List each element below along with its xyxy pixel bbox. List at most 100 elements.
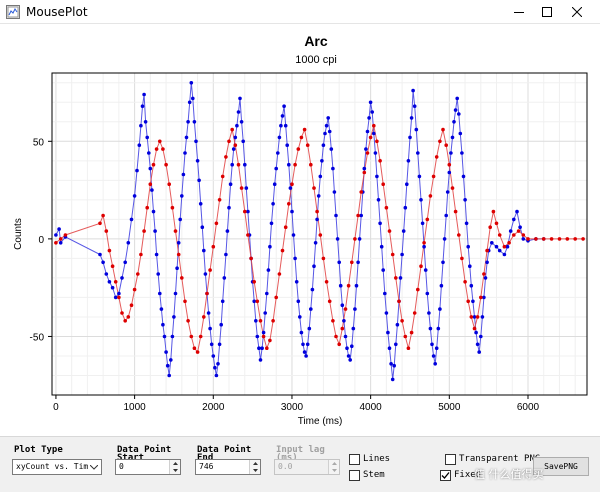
blue-data-point <box>379 244 384 249</box>
blue-data-point <box>241 139 245 144</box>
blue-data-point <box>206 311 211 315</box>
close-button[interactable] <box>562 0 592 24</box>
blue-data-point <box>172 315 176 319</box>
minimize-button[interactable] <box>504 0 534 24</box>
blue-data-point <box>320 159 324 163</box>
chart[interactable]: Arc 1000 cpi -50050 0 1000 2000 3000 4000 500… <box>0 24 600 436</box>
red-data-point <box>434 155 439 159</box>
blue-data-point <box>213 365 217 370</box>
blue-data-point <box>427 311 431 315</box>
red-data-point <box>246 233 250 237</box>
red-data-point <box>224 155 228 159</box>
red-data-point <box>268 338 272 343</box>
spin-down-icon[interactable] <box>170 467 180 474</box>
plot-type-select[interactable]: xyCount vs. Time <box>12 459 102 475</box>
blue-data-point <box>252 299 256 304</box>
red-data-point <box>457 233 461 237</box>
blue-data-point <box>370 110 375 114</box>
red-data-point <box>195 350 200 354</box>
blue-data-point <box>238 96 242 101</box>
blue-data-point <box>497 248 502 253</box>
blue-data-point <box>228 182 233 186</box>
red-data-point <box>101 213 105 218</box>
red-data-point <box>192 346 197 351</box>
end-point-spinner[interactable]: 746 <box>195 459 261 475</box>
blue-data-point <box>159 307 164 311</box>
blue-data-point <box>246 209 250 214</box>
red-data-point <box>220 174 225 179</box>
red-data-point <box>110 264 115 268</box>
blue-data-point <box>287 162 291 167</box>
end-spin-buttons[interactable] <box>249 460 260 474</box>
blue-data-point <box>233 135 238 140</box>
blue-data-point <box>329 147 334 151</box>
red-data-point <box>565 237 570 241</box>
blue-data-point <box>224 252 228 257</box>
blue-data-point <box>423 268 428 272</box>
blue-data-point <box>200 225 205 229</box>
red-data-point <box>419 264 423 268</box>
start-point-spinner[interactable]: 0 <box>115 459 181 475</box>
blue-data-point <box>58 241 63 245</box>
blue-data-point <box>231 147 236 151</box>
blue-data-point <box>126 241 131 245</box>
blue-data-point <box>180 194 184 198</box>
transparent-png-checkbox[interactable] <box>445 454 456 465</box>
maximize-button[interactable] <box>532 0 562 24</box>
start-spin-buttons[interactable] <box>169 460 180 474</box>
red-data-point <box>227 139 231 144</box>
blue-data-point <box>151 209 156 214</box>
blue-data-point <box>175 266 179 270</box>
stem-checkbox[interactable] <box>349 470 360 481</box>
blue-data-point <box>176 241 181 245</box>
blue-data-point <box>164 350 168 354</box>
blue-data-point <box>244 186 249 190</box>
blue-data-point <box>475 342 480 347</box>
blue-data-point <box>309 307 313 311</box>
stem-label: Stem <box>363 470 385 480</box>
blue-data-point <box>463 198 467 202</box>
spin-down-icon[interactable] <box>250 467 260 474</box>
blue-data-point <box>386 330 390 335</box>
blue-data-point <box>350 344 354 349</box>
red-data-point <box>403 334 408 339</box>
red-data-point <box>274 295 279 300</box>
lines-checkbox[interactable] <box>349 454 360 465</box>
blue-data-point <box>403 205 408 210</box>
blue-data-point <box>461 174 466 179</box>
blue-data-point <box>419 198 423 202</box>
blue-data-point <box>209 342 214 347</box>
blue-data-point <box>416 151 420 155</box>
blue-data-point <box>458 131 463 136</box>
red-data-point <box>516 229 521 233</box>
blue-data-point <box>197 178 201 183</box>
plot-area[interactable]: Arc 1000 cpi -50 0 50 0 1000 2000 3000 4000 500… <box>0 24 600 436</box>
spin-up-icon[interactable] <box>250 460 260 467</box>
red-data-point <box>136 272 140 276</box>
red-data-point <box>390 252 395 257</box>
red-data-point <box>497 233 502 237</box>
blue-data-point <box>477 350 482 354</box>
blue-data-point <box>378 221 382 226</box>
red-data-point <box>243 209 247 214</box>
blue-data-point <box>191 96 195 101</box>
y-tick-label: 0 <box>38 235 44 246</box>
blue-data-point <box>324 123 329 128</box>
red-data-point <box>375 139 379 144</box>
blue-data-point <box>261 330 266 335</box>
blue-data-point <box>326 116 331 120</box>
blue-data-point <box>266 268 271 272</box>
blue-data-point <box>368 100 373 105</box>
blue-data-point <box>383 291 387 296</box>
red-data-point <box>472 326 477 331</box>
fixed-checkbox[interactable] <box>440 470 451 481</box>
red-data-point <box>113 280 118 284</box>
blue-data-point <box>357 237 362 241</box>
x-tick-label: 5000 <box>438 402 461 413</box>
blue-data-point <box>158 291 162 296</box>
spin-up-icon[interactable] <box>170 460 180 467</box>
blue-data-point <box>315 217 319 222</box>
blue-data-point <box>294 280 299 284</box>
red-data-point <box>129 303 134 308</box>
blue-data-point <box>394 342 398 347</box>
